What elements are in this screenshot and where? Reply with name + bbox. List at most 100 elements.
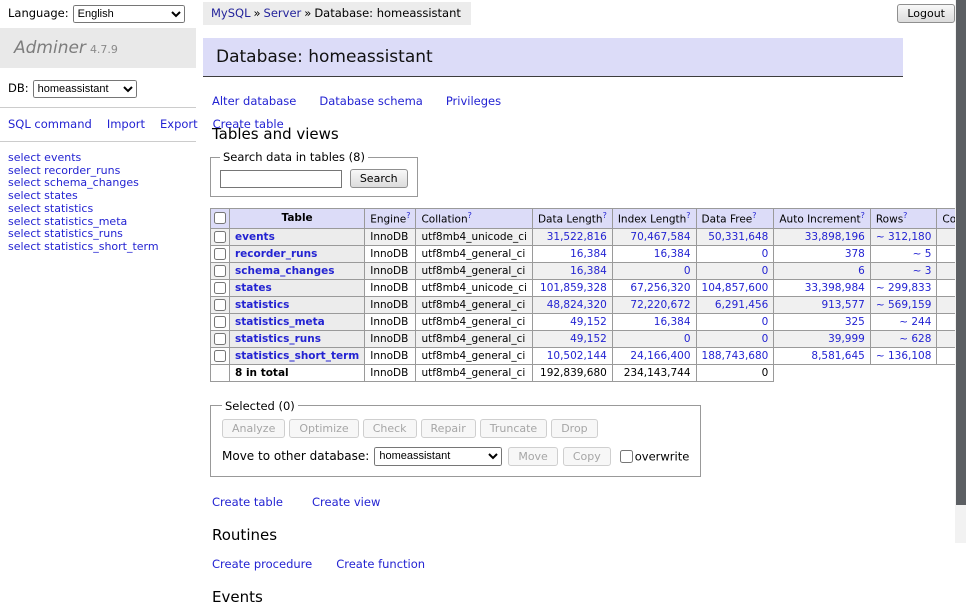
breadcrumb-link-server[interactable]: Server: [264, 6, 302, 20]
data-free-link[interactable]: 0: [762, 248, 769, 260]
search-fieldset: Search data in tables (8) Search: [210, 150, 418, 197]
index-length-link[interactable]: 70,467,584: [630, 231, 690, 243]
index-length-link[interactable]: 72,220,672: [630, 299, 690, 311]
routine-create-link[interactable]: Create procedure: [212, 557, 312, 571]
rows-count-link[interactable]: ~ 312,180: [876, 231, 932, 243]
auto-increment-link[interactable]: 6: [858, 265, 865, 277]
column-help-link[interactable]: ?: [861, 211, 865, 220]
overwrite-label[interactable]: overwrite: [635, 449, 690, 463]
index-length-link[interactable]: 16,384: [654, 316, 691, 328]
engine-cell: InnoDB: [365, 313, 416, 330]
data-free-link[interactable]: 0: [762, 316, 769, 328]
index-length-link[interactable]: 67,256,320: [630, 282, 690, 294]
language-select[interactable]: English: [73, 5, 185, 23]
row-select-checkbox[interactable]: [214, 282, 226, 294]
data-free-link[interactable]: 188,743,680: [702, 350, 769, 362]
index-length-link[interactable]: 0: [684, 333, 691, 345]
row-select-checkbox[interactable]: [214, 265, 226, 277]
data-length-link[interactable]: 49,152: [570, 333, 607, 345]
select-all-checkbox[interactable]: [214, 212, 226, 224]
rows-count-link[interactable]: ~ 628: [899, 333, 931, 345]
breadcrumb-link-mysql[interactable]: MySQL: [211, 6, 251, 20]
data-length-link[interactable]: 101,859,328: [540, 282, 607, 294]
row-select-checkbox[interactable]: [214, 316, 226, 328]
search-button[interactable]: Search: [350, 169, 408, 188]
database-action-link[interactable]: Privileges: [446, 94, 501, 108]
table-name-link[interactable]: statistics_meta: [235, 316, 325, 328]
auto-increment-link[interactable]: 378: [845, 248, 865, 260]
selected-action-button[interactable]: Optimize: [289, 419, 358, 438]
move-db-select[interactable]: homeassistant: [374, 447, 502, 466]
auto-increment-link[interactable]: 8,581,645: [811, 350, 864, 362]
table-name-link[interactable]: recorder_runs: [235, 248, 317, 260]
rows-count-link[interactable]: ~ 299,833: [876, 282, 932, 294]
table-name-link[interactable]: states: [235, 282, 272, 294]
overwrite-checkbox[interactable]: [620, 450, 633, 463]
column-help-link[interactable]: ?: [603, 211, 607, 220]
index-length-link[interactable]: 16,384: [654, 248, 691, 260]
row-select-checkbox[interactable]: [214, 333, 226, 345]
column-help-link[interactable]: ?: [752, 211, 756, 220]
data-free-link[interactable]: 6,291,456: [715, 299, 768, 311]
select-all-cell[interactable]: [211, 209, 230, 229]
create-link[interactable]: Create table: [212, 495, 283, 509]
rows-count-link[interactable]: ~ 3: [913, 265, 932, 277]
data-free-link[interactable]: 104,857,600: [702, 282, 769, 294]
data-free-link[interactable]: 0: [762, 265, 769, 277]
sidebar-action-link[interactable]: SQL command: [8, 117, 92, 131]
data-length-link[interactable]: 16,384: [570, 265, 607, 277]
data-length-link[interactable]: 31,522,816: [547, 231, 607, 243]
routine-create-link[interactable]: Create function: [336, 557, 425, 571]
row-select-checkbox[interactable]: [214, 299, 226, 311]
selected-action-button[interactable]: Truncate: [480, 419, 547, 438]
table-name-link[interactable]: statistics: [235, 299, 289, 311]
table-name-link[interactable]: statistics_runs: [235, 333, 321, 345]
table-name-link[interactable]: schema_changes: [235, 265, 335, 277]
selected-action-button[interactable]: Drop: [551, 419, 597, 438]
data-free-link[interactable]: 50,331,648: [708, 231, 768, 243]
sidebar-item-select-table[interactable]: select statistics_short_term: [8, 241, 188, 254]
vertical-scrollbar[interactable]: [955, 0, 966, 543]
column-help-link[interactable]: ?: [406, 211, 410, 220]
rows-count-link[interactable]: ~ 244: [899, 316, 931, 328]
table-name-link[interactable]: events: [235, 231, 275, 243]
data-length-link[interactable]: 49,152: [570, 316, 607, 328]
logout-button[interactable]: Logout: [897, 4, 955, 23]
data-length-link[interactable]: 16,384: [570, 248, 607, 260]
auto-increment-link[interactable]: 913,577: [821, 299, 864, 311]
db-select[interactable]: homeassistant: [33, 80, 137, 98]
auto-increment-link[interactable]: 33,398,984: [805, 282, 865, 294]
column-help-link[interactable]: ?: [468, 211, 472, 220]
row-select-checkbox[interactable]: [214, 350, 226, 362]
selected-action-button[interactable]: Repair: [421, 419, 476, 438]
copy-button[interactable]: Copy: [563, 447, 611, 466]
rows-count-link[interactable]: ~ 569,159: [876, 299, 932, 311]
selected-action-button[interactable]: Analyze: [222, 419, 285, 438]
sidebar-item-select-table[interactable]: select events: [8, 152, 188, 165]
index-length-link[interactable]: 24,166,400: [630, 350, 690, 362]
data-free-link[interactable]: 0: [762, 333, 769, 345]
data-length-link[interactable]: 10,502,144: [547, 350, 607, 362]
column-help-link[interactable]: ?: [686, 211, 690, 220]
sidebar-action-link[interactable]: Export: [160, 117, 198, 131]
row-select-checkbox[interactable]: [214, 231, 226, 243]
auto-increment-link[interactable]: 325: [845, 316, 865, 328]
sidebar-action-link[interactable]: Import: [107, 117, 145, 131]
column-help-link[interactable]: ?: [903, 211, 907, 220]
search-input[interactable]: [220, 170, 342, 188]
database-action-link[interactable]: Alter database: [212, 94, 296, 108]
data-length-link[interactable]: 48,824,320: [547, 299, 607, 311]
rows-count-link[interactable]: ~ 5: [913, 248, 932, 260]
table-name-link[interactable]: statistics_short_term: [235, 350, 359, 362]
database-action-link[interactable]: Database schema: [319, 94, 422, 108]
index-length-link[interactable]: 0: [684, 265, 691, 277]
selected-action-button[interactable]: Check: [363, 419, 417, 438]
sidebar-item-select-table[interactable]: select statistics: [8, 203, 188, 216]
rows-count-link[interactable]: ~ 136,108: [876, 350, 932, 362]
scrollbar-thumb[interactable]: [956, 0, 966, 505]
auto-increment-link[interactable]: 33,898,196: [805, 231, 865, 243]
row-select-checkbox[interactable]: [214, 248, 226, 260]
auto-increment-link[interactable]: 39,999: [828, 333, 865, 345]
create-link[interactable]: Create view: [312, 495, 380, 509]
move-button[interactable]: Move: [508, 447, 558, 466]
